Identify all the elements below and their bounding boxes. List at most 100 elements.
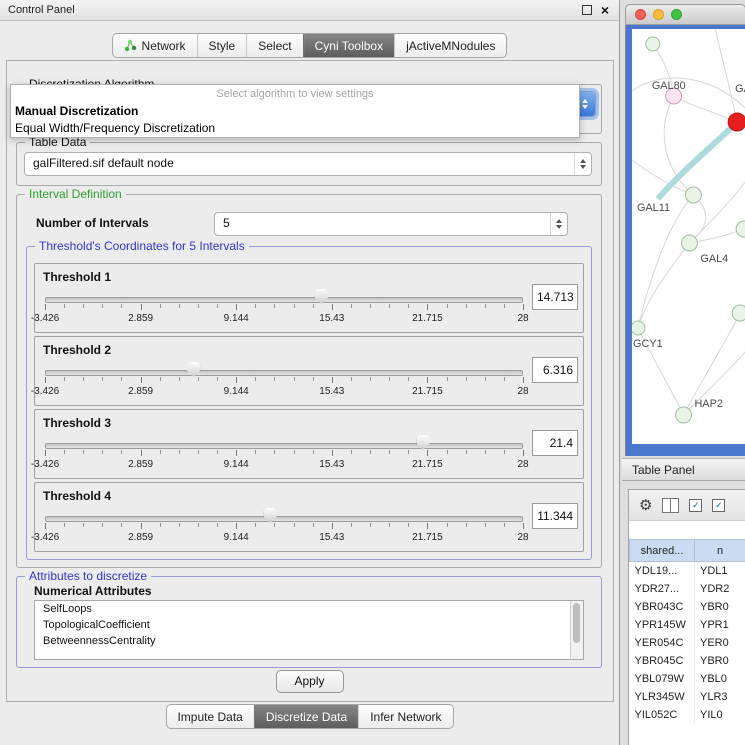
dropdown-option-manual-discretization[interactable]: Manual Discretization: [11, 103, 579, 120]
select-checkbox-icon[interactable]: ✓: [689, 499, 702, 512]
table-row[interactable]: YLR345WYLR3: [630, 688, 745, 706]
slider-track[interactable]: [45, 370, 523, 376]
list-item[interactable]: TopologicalCoefficient: [35, 617, 583, 633]
number-of-intervals-combobox[interactable]: 5: [214, 212, 568, 236]
combo-stepper-icon[interactable]: [550, 213, 567, 235]
tick-mark: [332, 377, 333, 383]
table-cell[interactable]: YLR345W: [630, 688, 695, 706]
table-data-combobox[interactable]: galFiltered.sif default node: [24, 152, 592, 176]
network-node[interactable]: [646, 37, 660, 51]
numerical-attributes-list[interactable]: SelfLoops TopologicalCoefficient Between…: [34, 600, 584, 660]
table-cell[interactable]: YLR3: [695, 688, 745, 706]
scrollbar-thumb[interactable]: [573, 603, 580, 643]
table-row[interactable]: YDR27...YDR2: [630, 580, 745, 598]
tick-mark: [389, 377, 390, 381]
table-cell[interactable]: YPR145W: [630, 616, 695, 634]
network-edge[interactable]: [715, 29, 737, 122]
tick-mark: [313, 304, 314, 308]
table-cell[interactable]: YDL1: [695, 562, 745, 581]
close-window-icon[interactable]: ×: [601, 3, 609, 17]
tab-discretize-data[interactable]: Discretize Data: [254, 705, 358, 728]
tab-select[interactable]: Select: [246, 34, 302, 57]
tab-network[interactable]: Network: [113, 34, 197, 57]
table-cell[interactable]: YIL0: [695, 706, 745, 724]
table-row[interactable]: YDL19...YDL1: [630, 562, 745, 581]
table-cell[interactable]: YBL079W: [630, 670, 695, 688]
tab-impute-data[interactable]: Impute Data: [166, 705, 253, 728]
table-cell[interactable]: YER054C: [630, 634, 695, 652]
table-row[interactable]: YER054CYER0: [630, 634, 745, 652]
table-cell[interactable]: YBR0: [695, 652, 745, 670]
close-traffic-light-icon[interactable]: [635, 9, 646, 20]
network-node[interactable]: [732, 305, 745, 321]
scale-label: 2.859: [128, 532, 153, 543]
network-edge[interactable]: [658, 122, 737, 199]
list-item[interactable]: SelfLoops: [35, 601, 583, 617]
minimize-traffic-light-icon[interactable]: [653, 9, 664, 20]
scale-label: 21.715: [412, 532, 443, 543]
tick-mark: [408, 523, 409, 527]
network-edge[interactable]: [674, 96, 737, 122]
table-cell[interactable]: YBR045C: [630, 652, 695, 670]
tick-mark: [523, 377, 524, 383]
table-cell[interactable]: YDR2: [695, 580, 745, 598]
threshold-2-value-field[interactable]: 6.316: [532, 357, 578, 383]
tick-mark: [141, 377, 142, 383]
apply-button[interactable]: Apply: [276, 670, 344, 693]
slider-track[interactable]: [45, 297, 523, 303]
threshold-4-value-field[interactable]: 11.344: [532, 503, 578, 529]
threshold-3-slider[interactable]: -3.4262.8599.14415.4321.71528: [45, 434, 523, 474]
table-row[interactable]: YIL052CYIL0: [630, 706, 745, 724]
dropdown-option-equal-width-frequency[interactable]: Equal Width/Frequency Discretization: [11, 120, 579, 137]
slider-track[interactable]: [45, 516, 523, 522]
table-cell[interactable]: YBR0: [695, 598, 745, 616]
threshold-3-value-field[interactable]: 21.4: [532, 430, 578, 456]
table-cell[interactable]: YER0: [695, 634, 745, 652]
tick-mark: [198, 304, 199, 308]
network-node[interactable]: [632, 321, 645, 335]
tick-mark: [236, 450, 237, 456]
table-cell[interactable]: YDR27...: [630, 580, 695, 598]
network-node[interactable]: [728, 113, 745, 131]
list-item[interactable]: BetweennessCentrality: [35, 633, 583, 649]
combo-stepper-icon[interactable]: [574, 153, 591, 175]
threshold-1-slider[interactable]: -3.4262.8599.14415.4321.71528: [45, 288, 523, 328]
table-row[interactable]: YBL079WYBL0: [630, 670, 745, 688]
columns-icon[interactable]: [662, 498, 679, 513]
tab-cyni-toolbox[interactable]: Cyni Toolbox: [303, 34, 394, 57]
float-window-icon[interactable]: [582, 5, 592, 15]
list-scrollbar[interactable]: [570, 601, 583, 659]
table-cell[interactable]: YBL0: [695, 670, 745, 688]
tab-jactivemnodules[interactable]: jActiveMNodules: [394, 34, 506, 57]
slider-scale: -3.4262.8599.14415.4321.71528: [45, 386, 523, 398]
network-edge[interactable]: [638, 243, 690, 328]
table-cell[interactable]: YPR1: [695, 616, 745, 634]
network-node[interactable]: [682, 235, 698, 251]
tab-style[interactable]: Style: [197, 34, 247, 57]
table-cell[interactable]: YDL19...: [630, 562, 695, 581]
network-node[interactable]: [736, 221, 745, 237]
scale-label: 28: [517, 313, 528, 324]
zoom-traffic-light-icon[interactable]: [671, 9, 682, 20]
tick-mark: [466, 377, 467, 381]
table-cell[interactable]: YIL052C: [630, 706, 695, 724]
threshold-2-slider[interactable]: -3.4262.8599.14415.4321.71528: [45, 361, 523, 401]
tick-mark: [313, 450, 314, 454]
column-header-name[interactable]: n: [695, 540, 745, 562]
table-cell[interactable]: YBR043C: [630, 598, 695, 616]
tab-infer-network[interactable]: Infer Network: [358, 705, 452, 728]
tick-mark: [102, 304, 103, 308]
column-header-shared-name[interactable]: shared...: [630, 540, 695, 562]
settings-gear-icon[interactable]: ⚙: [639, 498, 652, 513]
table-row[interactable]: YBR045CYBR0: [630, 652, 745, 670]
control-panel-window: Control Panel × Network Style: [0, 0, 620, 745]
slider-track[interactable]: [45, 443, 523, 449]
network-canvas[interactable]: GAL80GAGAL11GAL4GCY1HAP2: [632, 29, 745, 444]
threshold-1-value-field[interactable]: 14.713: [532, 284, 578, 310]
threshold-4-slider[interactable]: -3.4262.8599.14415.4321.71528: [45, 507, 523, 547]
network-node[interactable]: [676, 407, 692, 423]
table-row[interactable]: YPR145WYPR1: [630, 616, 745, 634]
network-node[interactable]: [686, 187, 702, 203]
table-row[interactable]: YBR043CYBR0: [630, 598, 745, 616]
select-checkbox-icon[interactable]: ✓: [712, 499, 725, 512]
